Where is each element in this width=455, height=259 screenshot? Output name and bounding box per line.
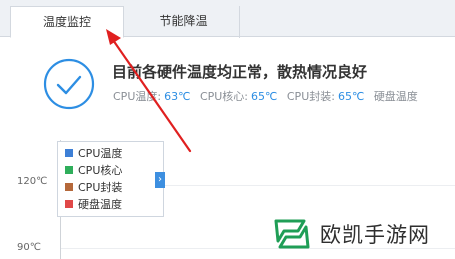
legend-item-cpu-core[interactable]: CPU核心 [65,163,122,179]
tab-energy-cooling[interactable]: 节能降温 [128,6,240,38]
tab-temperature-monitor[interactable]: 温度监控 [10,6,124,38]
reading-cpu-temp: CPU温度: 63℃ [113,90,191,103]
reading-cpu-package: CPU封装: 65℃ [286,90,365,103]
temperature-readings: CPU温度: 63℃ CPU核心: 65℃ CPU封装: 65℃ 硬盘温度 [113,88,427,104]
status-headline: 目前各硬件温度均正常，散热情况良好 [112,63,368,81]
reading-disk-temp: 硬盘温度 [373,90,418,103]
legend-swatch [65,166,73,174]
legend-collapse-button[interactable]: › [155,172,165,188]
watermark-text: 欧凯手游网 [320,223,430,247]
legend-item-cpu-package[interactable]: CPU封装 [65,180,122,196]
legend-swatch [65,200,73,208]
y-tick-120: 120℃ [17,176,48,187]
reading-cpu-core: CPU核心: 65℃ [199,90,278,103]
legend-item-cpu-temp[interactable]: CPU温度 [65,146,122,162]
legend-swatch [65,149,73,157]
legend-item-disk-temp[interactable]: 硬盘温度 [65,197,122,213]
y-tick-90: 90℃ [17,242,41,253]
chart-legend: CPU温度 CPU核心 CPU封装 硬盘温度 › [57,141,165,217]
legend-swatch [65,183,73,191]
tab-bar: 温度监控 节能降温 [0,0,455,38]
watermark-logo-icon [274,219,310,249]
check-circle-icon [43,58,95,110]
watermark: 欧凯手游网 [270,217,430,251]
